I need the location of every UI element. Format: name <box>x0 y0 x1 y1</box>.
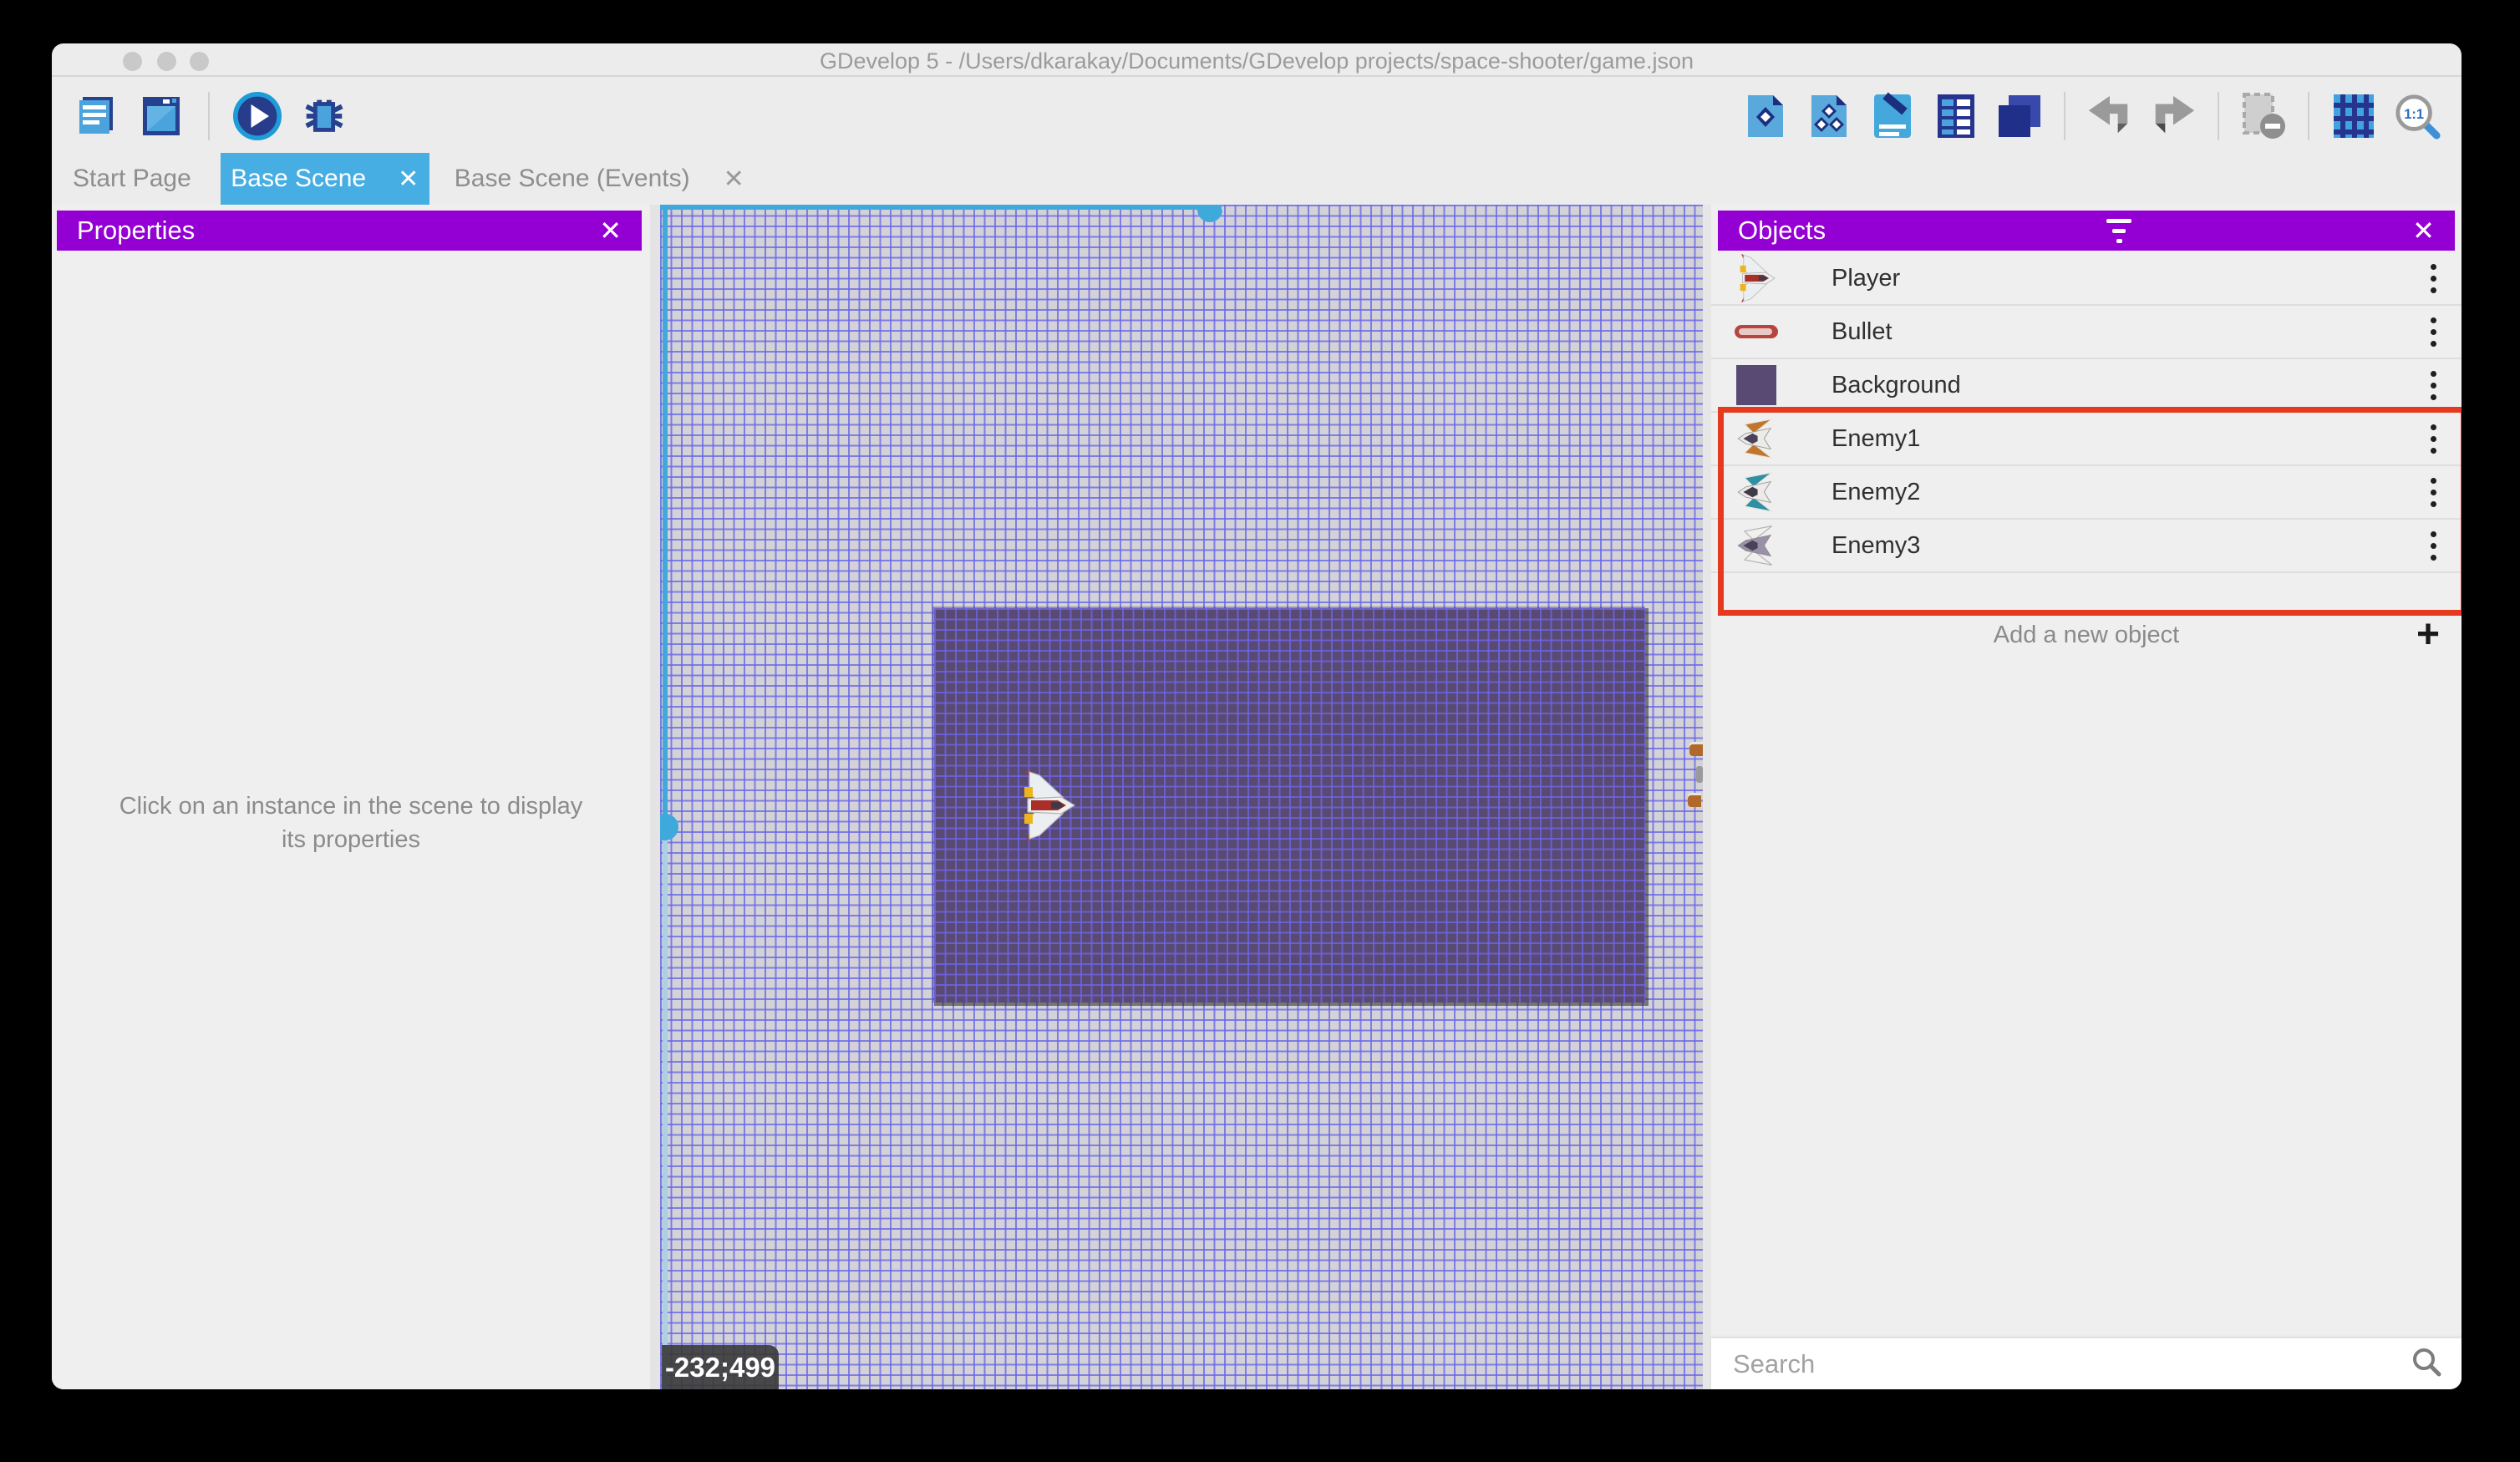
object-row-bullet[interactable]: Bullet <box>1711 306 2462 359</box>
cursor-coordinates-badge: -232;499 <box>662 1345 779 1389</box>
object-menu-icon[interactable] <box>2431 317 2436 347</box>
tab-label: Base Scene (Events) <box>455 165 690 193</box>
selection-handle-left-icon[interactable] <box>660 814 678 840</box>
selection-border-left-faded <box>663 827 668 1389</box>
project-manager-icon[interactable] <box>69 91 118 141</box>
editor-content: Properties ✕ Click on an instance in the… <box>52 205 2462 1389</box>
object-groups-doc-icon[interactable] <box>1805 91 1853 141</box>
selection-border-left <box>663 205 668 827</box>
toolbar-divider <box>2064 92 2065 140</box>
objects-doc-icon[interactable] <box>1741 91 1790 141</box>
properties-panel: Properties ✕ Click on an instance in the… <box>52 205 660 1389</box>
scene-canvas[interactable]: -232;499 <box>660 205 1703 1389</box>
partial-enemy-instance[interactable] <box>1689 744 1703 756</box>
add-object-label: Add a new object <box>1711 622 2462 649</box>
instances-list-icon[interactable] <box>1932 91 1980 141</box>
title-bar: GDevelop 5 - /Users/dkarakay/Documents/G… <box>52 43 2462 77</box>
scene-window-icon[interactable] <box>136 91 185 141</box>
zoom-1-1-icon[interactable]: 1:1 <box>2393 91 2441 141</box>
main-toolbar: 1:1 <box>52 79 2462 153</box>
mask-disabled-icon[interactable] <box>2239 91 2288 141</box>
tab-label: Base Scene <box>231 165 366 193</box>
background-swatch-icon <box>1730 365 1783 405</box>
grid-icon[interactable] <box>2329 91 2378 141</box>
tab-base-scene[interactable]: Base Scene ✕ <box>221 153 429 205</box>
object-menu-icon[interactable] <box>2431 264 2436 293</box>
tab-start-page[interactable]: Start Page <box>73 153 221 205</box>
object-row-background[interactable]: Background <box>1711 359 2462 413</box>
play-icon[interactable] <box>233 91 282 141</box>
objects-header: Objects ✕ <box>1718 211 2455 251</box>
player-instance[interactable] <box>1018 770 1078 840</box>
debug-bug-icon[interactable] <box>300 91 348 141</box>
tab-base-scene-events[interactable]: Base Scene (Events) ✕ <box>429 153 770 205</box>
object-search-bar <box>1711 1338 2462 1389</box>
partial-enemy-instance[interactable] <box>1688 795 1701 807</box>
properties-title: Properties <box>77 216 195 246</box>
tab-label: Start Page <box>73 165 191 193</box>
selection-border-top <box>660 205 1222 210</box>
window-title: GDevelop 5 - /Users/dkarakay/Documents/G… <box>52 48 2462 74</box>
toolbar-divider <box>208 92 210 140</box>
editor-tabs: Start Page Base Scene ✕ Base Scene (Even… <box>52 153 2462 205</box>
edit-properties-icon[interactable] <box>1868 91 1917 141</box>
object-name: Background <box>1832 372 1961 399</box>
properties-header: Properties ✕ <box>57 211 642 251</box>
search-icon[interactable] <box>2410 1345 2443 1383</box>
toolbar-divider <box>2218 92 2219 140</box>
bullet-icon <box>1730 322 1783 342</box>
player-ship-icon <box>1730 254 1783 302</box>
object-menu-icon[interactable] <box>2431 371 2436 400</box>
add-object-row[interactable]: Add a new object + <box>1711 613 2462 657</box>
search-input[interactable] <box>1731 1348 2410 1380</box>
objects-title: Objects <box>1738 216 1826 246</box>
close-tab-icon[interactable]: ✕ <box>724 165 744 194</box>
layers-icon[interactable] <box>1995 91 2044 141</box>
object-name: Bullet <box>1832 318 1893 346</box>
properties-empty-message: Click on an instance in the scene to dis… <box>109 789 593 856</box>
enemy-rows-highlight-annotation <box>1718 407 2462 616</box>
redo-icon[interactable] <box>2149 91 2197 141</box>
close-panel-icon[interactable]: ✕ <box>2412 215 2435 246</box>
objects-panel: Objects ✕ <box>1703 205 2462 1389</box>
app-window: GDevelop 5 - /Users/dkarakay/Documents/G… <box>52 43 2462 1389</box>
filter-icon[interactable] <box>2106 219 2131 243</box>
object-row-player[interactable]: Player <box>1711 252 2462 306</box>
canvas-scrollbar-thumb[interactable] <box>1696 766 1703 783</box>
close-tab-icon[interactable]: ✕ <box>398 165 419 194</box>
object-name: Player <box>1832 265 1900 292</box>
close-panel-icon[interactable]: ✕ <box>599 215 622 246</box>
plus-icon[interactable]: + <box>2416 618 2440 652</box>
svg-text:1:1: 1:1 <box>2404 106 2424 121</box>
toolbar-divider <box>2308 92 2309 140</box>
selection-handle-top-icon[interactable] <box>1197 210 1222 222</box>
undo-icon[interactable] <box>2086 91 2134 141</box>
